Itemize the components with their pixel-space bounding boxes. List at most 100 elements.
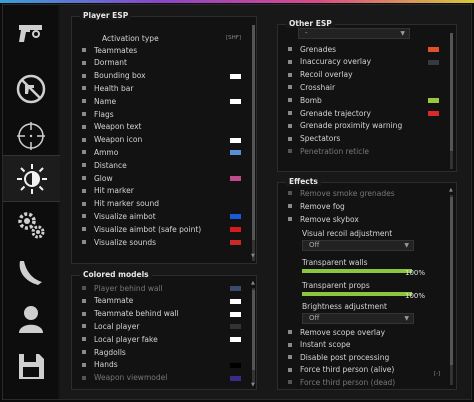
checkbox[interactable] <box>82 112 86 116</box>
checkbox[interactable] <box>82 124 86 129</box>
checkbox[interactable] <box>288 342 292 347</box>
color-swatch[interactable] <box>428 111 439 116</box>
checkbox[interactable] <box>288 98 292 103</box>
scroll-down-icon[interactable]: ▼ <box>251 253 255 259</box>
effects-scroll-thumb[interactable] <box>450 197 453 365</box>
tab-players[interactable] <box>3 295 58 342</box>
option-row-remove-skybox[interactable]: Remove skybox <box>288 213 359 225</box>
option-row-remove-smoke-grenades[interactable]: Remove smoke grenades <box>288 187 395 199</box>
tab-legitbot[interactable] <box>3 112 58 159</box>
option-row-local-player[interactable]: Local player <box>82 320 139 332</box>
option-row-weapon-text[interactable]: Weapon text <box>82 121 141 133</box>
color-swatch[interactable] <box>230 240 241 245</box>
option-row-bounding-box[interactable]: Bounding box <box>82 70 146 82</box>
checkbox[interactable] <box>82 227 86 232</box>
checkbox[interactable] <box>288 367 292 372</box>
option-row-spectators[interactable]: Spectators <box>288 133 340 145</box>
option-row-visualize-aimbot-safe-point[interactable]: Visualize aimbot (safe point) <box>82 223 201 235</box>
checkbox[interactable] <box>82 48 86 52</box>
activation-key[interactable]: [SHF] <box>226 35 241 41</box>
color-swatch[interactable] <box>230 375 241 381</box>
color-swatch[interactable] <box>230 298 241 304</box>
option-row-grenades[interactable]: Grenades <box>288 43 336 55</box>
checkbox[interactable] <box>288 330 292 334</box>
color-swatch[interactable] <box>230 137 241 143</box>
brightness-dropdown[interactable]: Off ▼ <box>302 313 414 324</box>
player-esp-scroll-thumb[interactable] <box>252 25 255 240</box>
option-row-dormant[interactable]: Dormant <box>82 57 127 69</box>
option-row-bomb[interactable]: Bomb <box>288 94 322 106</box>
option-row-flags[interactable]: Flags <box>82 108 114 120</box>
checkbox[interactable] <box>82 73 86 78</box>
checkbox[interactable] <box>82 86 86 91</box>
checkbox[interactable] <box>82 137 86 142</box>
option-row-disable-post-processing[interactable]: Disable post processing <box>288 351 389 363</box>
color-swatch[interactable] <box>230 176 241 181</box>
option-row-ammo[interactable]: Ammo <box>82 146 118 158</box>
option-row-recoil-overlay[interactable]: Recoil overlay <box>288 69 353 81</box>
option-row-weapon-viewmodel[interactable]: Weapon viewmodel <box>82 372 167 384</box>
color-swatch[interactable] <box>428 59 439 65</box>
color-swatch[interactable] <box>230 73 241 79</box>
other-esp-dropdown[interactable]: - ▼ <box>298 28 410 39</box>
checkbox[interactable] <box>82 240 86 244</box>
option-row-player-behind-wall[interactable]: Player behind wall <box>82 282 163 294</box>
checkbox[interactable] <box>82 375 86 380</box>
checkbox[interactable] <box>82 311 86 316</box>
checkbox[interactable] <box>82 350 86 354</box>
checkbox[interactable] <box>82 60 86 65</box>
color-swatch[interactable] <box>230 286 241 291</box>
option-row-force-third-person-alive[interactable]: Force third person (alive) <box>288 364 394 376</box>
checkbox[interactable] <box>82 201 86 206</box>
option-row-visualize-aimbot[interactable]: Visualize aimbot <box>82 210 156 222</box>
color-swatch[interactable] <box>230 227 241 233</box>
option-row-teammates[interactable]: Teammates <box>82 44 137 56</box>
tab-misc[interactable] <box>3 200 58 247</box>
checkbox[interactable] <box>288 149 292 154</box>
checkbox[interactable] <box>82 298 86 303</box>
checkbox[interactable] <box>288 217 292 221</box>
option-row-glow[interactable]: Glow <box>82 172 113 184</box>
scroll-up-icon[interactable]: ▲ <box>449 187 453 193</box>
checkbox[interactable] <box>288 85 292 90</box>
checkbox[interactable] <box>82 188 86 193</box>
checkbox[interactable] <box>82 337 86 342</box>
color-swatch[interactable] <box>230 214 241 220</box>
option-row-instant-scope[interactable]: Instant scope <box>288 339 350 351</box>
checkbox[interactable] <box>288 204 292 208</box>
option-row-hands[interactable]: Hands <box>82 359 118 371</box>
option-row-teammate[interactable]: Teammate <box>82 295 133 307</box>
option-row-weapon-icon[interactable]: Weapon icon <box>82 134 142 146</box>
option-row-visualize-sounds[interactable]: Visualize sounds <box>82 236 156 248</box>
color-swatch[interactable] <box>428 98 439 104</box>
tab-visuals[interactable] <box>3 155 61 202</box>
color-swatch[interactable] <box>230 311 241 317</box>
checkbox[interactable] <box>82 324 86 329</box>
tab-skins[interactable] <box>3 248 58 295</box>
other-esp-scroll-thumb[interactable] <box>450 33 453 151</box>
checkbox[interactable] <box>288 47 292 51</box>
color-swatch[interactable] <box>230 324 241 330</box>
checkbox[interactable] <box>82 362 86 367</box>
option-row-crosshair[interactable]: Crosshair <box>288 81 335 93</box>
third-person-key[interactable]: [-] <box>434 371 440 377</box>
checkbox[interactable] <box>288 123 292 128</box>
colored-models-scroll-thumb[interactable] <box>252 290 255 370</box>
color-swatch[interactable] <box>230 362 241 368</box>
color-swatch[interactable] <box>428 47 439 52</box>
color-swatch[interactable] <box>230 337 241 343</box>
option-row-hit-marker-sound[interactable]: Hit marker sound <box>82 198 159 210</box>
option-row-force-third-person-dead[interactable]: Force third person (dead) <box>288 376 395 388</box>
option-row-inaccuracy-overlay[interactable]: Inaccuracy overlay <box>288 56 371 68</box>
option-row-health-bar[interactable]: Health bar <box>82 82 133 94</box>
checkbox[interactable] <box>82 150 86 155</box>
checkbox[interactable] <box>82 214 86 219</box>
checkbox[interactable] <box>288 355 292 360</box>
option-row-name[interactable]: Name <box>82 95 116 107</box>
scroll-down-icon[interactable]: ▼ <box>251 382 255 388</box>
option-row-grenade-proximity-warning[interactable]: Grenade proximity warning <box>288 120 402 132</box>
checkbox[interactable] <box>288 191 292 195</box>
recoil-adjust-dropdown[interactable]: Off ▼ <box>302 240 414 251</box>
option-row-ragdolls[interactable]: Ragdolls <box>82 346 126 358</box>
color-swatch[interactable] <box>230 150 241 156</box>
